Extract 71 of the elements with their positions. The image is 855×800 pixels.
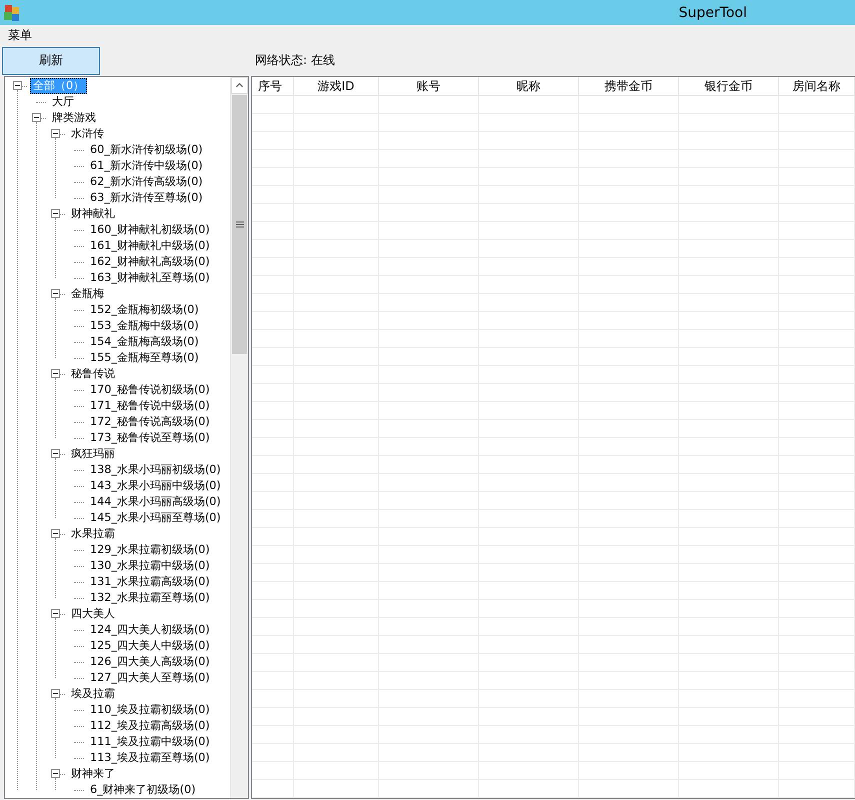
tree-item[interactable]: 144_水果小玛丽高级场(0) bbox=[87, 494, 224, 510]
tree-item[interactable]: 61_新水浒传中级场(0) bbox=[87, 158, 206, 174]
tree-item[interactable]: 170_秘鲁传说初级场(0) bbox=[87, 382, 213, 398]
tree-item[interactable]: 埃及拉霸 bbox=[68, 686, 118, 702]
column-header[interactable]: 游戏ID bbox=[294, 77, 379, 95]
collapse-toggle[interactable] bbox=[51, 369, 60, 378]
tree-item[interactable]: 124_四大美人初级场(0) bbox=[87, 622, 213, 638]
tree-item[interactable]: 111_埃及拉霸中级场(0) bbox=[87, 734, 213, 750]
tree-item[interactable]: 154_金瓶梅高级场(0) bbox=[87, 334, 202, 350]
tree-item[interactable]: 160_财神献礼初级场(0) bbox=[87, 222, 213, 238]
tree-item[interactable]: 173_秘鲁传说至尊场(0) bbox=[87, 430, 213, 446]
tree-item[interactable]: 疯狂玛丽 bbox=[68, 446, 118, 462]
collapse-toggle[interactable] bbox=[13, 81, 22, 90]
tree-item[interactable]: 125_四大美人中级场(0) bbox=[87, 638, 213, 654]
collapse-toggle[interactable] bbox=[51, 769, 60, 778]
tree-item[interactable]: 秘鲁传说 bbox=[68, 366, 118, 382]
app-icon bbox=[3, 4, 21, 22]
tree-item[interactable]: 131_水果拉霸高级场(0) bbox=[87, 574, 213, 590]
tree-item[interactable]: 132_水果拉霸至尊场(0) bbox=[87, 590, 213, 606]
collapse-toggle[interactable] bbox=[51, 449, 60, 458]
collapse-toggle[interactable] bbox=[32, 113, 41, 122]
tree-item[interactable]: 水浒传 bbox=[68, 126, 107, 142]
tree-item[interactable]: 金瓶梅 bbox=[68, 286, 107, 302]
tree-item[interactable]: 112_埃及拉霸高级场(0) bbox=[87, 718, 213, 734]
tree-item[interactable]: 财神献礼 bbox=[68, 206, 118, 222]
refresh-button[interactable]: 刷新 bbox=[2, 46, 100, 74]
tree-item[interactable]: 60_新水浒传初级场(0) bbox=[87, 142, 206, 158]
collapse-toggle[interactable] bbox=[51, 609, 60, 618]
collapse-toggle[interactable] bbox=[51, 129, 60, 138]
tree-item[interactable]: 牌类游戏 bbox=[49, 110, 99, 126]
column-header[interactable]: 房间名称 bbox=[779, 77, 855, 95]
column-header[interactable]: 携带金币 bbox=[579, 77, 679, 95]
tree-item[interactable]: 110_埃及拉霸初级场(0) bbox=[87, 702, 213, 718]
collapse-toggle[interactable] bbox=[51, 289, 60, 298]
collapse-toggle[interactable] bbox=[51, 689, 60, 698]
tree-item[interactable]: 127_四大美人至尊场(0) bbox=[87, 670, 213, 686]
menu-item[interactable]: 菜单 bbox=[6, 26, 34, 44]
network-status: 网络状态: 在线 bbox=[255, 52, 335, 69]
window-title: SuperTool bbox=[678, 4, 747, 20]
tree-item[interactable]: 6_财神来了初级场(0) bbox=[87, 782, 199, 798]
tree-item[interactable]: 130_水果拉霸中级场(0) bbox=[87, 558, 213, 574]
column-header[interactable]: 银行金币 bbox=[679, 77, 779, 95]
collapse-toggle[interactable] bbox=[51, 209, 60, 218]
tree-item[interactable]: 163_财神献礼至尊场(0) bbox=[87, 270, 213, 286]
tree-item[interactable]: 138_水果小玛丽初级场(0) bbox=[87, 462, 224, 478]
tree-item[interactable]: 126_四大美人高级场(0) bbox=[87, 654, 213, 670]
tree-item[interactable]: 171_秘鲁传说中级场(0) bbox=[87, 398, 213, 414]
column-header[interactable]: 序号 bbox=[252, 77, 294, 95]
column-header[interactable]: 账号 bbox=[379, 77, 479, 95]
tree-item[interactable]: 129_水果拉霸初级场(0) bbox=[87, 542, 213, 558]
tree-item[interactable]: 水果拉霸 bbox=[68, 526, 118, 542]
tree-item[interactable]: 145_水果小玛丽至尊场(0) bbox=[87, 510, 224, 526]
tree-item[interactable]: 162_财神献礼高级场(0) bbox=[87, 254, 213, 270]
scroll-thumb[interactable] bbox=[232, 95, 247, 354]
tree-item[interactable]: 143_水果小玛丽中级场(0) bbox=[87, 478, 224, 494]
tree-item[interactable]: 63_新水浒传至尊场(0) bbox=[87, 190, 206, 206]
collapse-toggle[interactable] bbox=[51, 529, 60, 538]
tree-item[interactable]: 161_财神献礼中级场(0) bbox=[87, 238, 213, 254]
tree-item[interactable]: 62_新水浒传高级场(0) bbox=[87, 174, 206, 190]
tree-item[interactable]: 财神来了 bbox=[68, 766, 118, 782]
grip-icon bbox=[236, 221, 244, 228]
tree-item[interactable]: 155_金瓶梅至尊场(0) bbox=[87, 350, 202, 366]
tree-item[interactable]: 153_金瓶梅中级场(0) bbox=[87, 318, 202, 334]
tree-item[interactable]: 152_金瓶梅初级场(0) bbox=[87, 302, 202, 318]
scroll-up-icon[interactable] bbox=[231, 77, 248, 94]
tree-item[interactable]: 大厅 bbox=[49, 94, 77, 110]
tree-item[interactable]: 四大美人 bbox=[68, 606, 118, 622]
scrollbar[interactable] bbox=[230, 77, 248, 798]
column-header[interactable]: 昵称 bbox=[479, 77, 579, 95]
tree-item[interactable]: 113_埃及拉霸至尊场(0) bbox=[87, 750, 213, 766]
tree-item[interactable]: 172_秘鲁传说高级场(0) bbox=[87, 414, 213, 430]
